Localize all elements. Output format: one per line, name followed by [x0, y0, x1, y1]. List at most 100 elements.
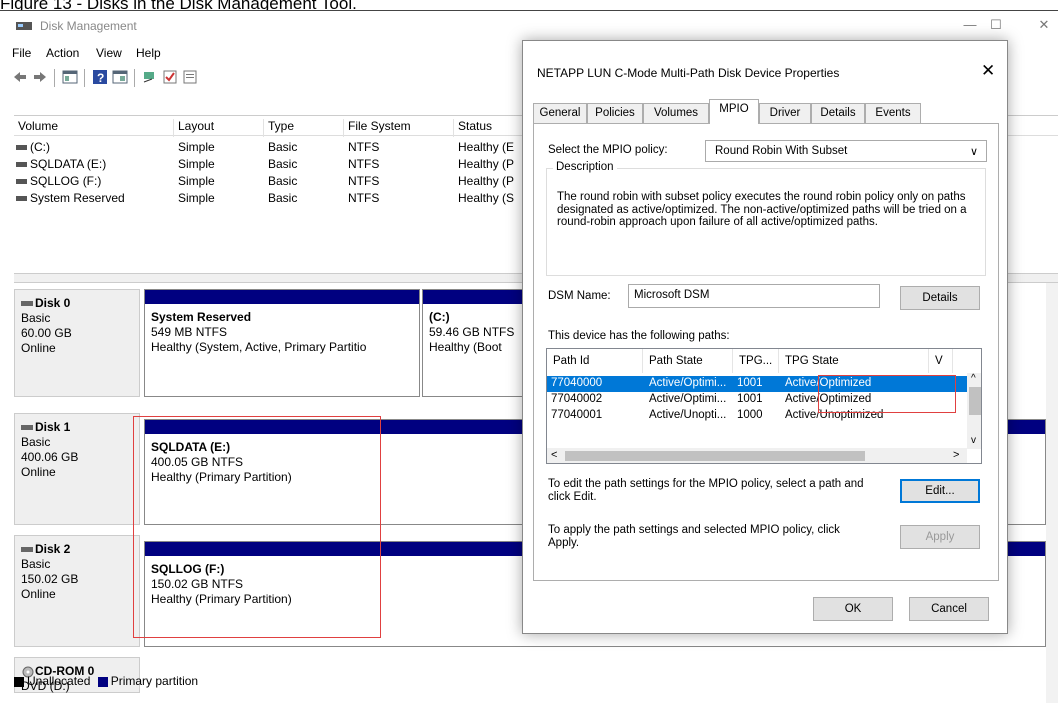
dsm-label: DSM Name: — [548, 290, 611, 302]
disk-name: Disk 2 — [35, 542, 71, 556]
disk-state: Online — [21, 587, 56, 601]
scroll-thumb[interactable] — [969, 387, 981, 415]
volume-cell: (C:) — [16, 140, 50, 154]
layout-cell: Simple — [178, 157, 215, 171]
back-arrow-icon[interactable] — [12, 69, 28, 85]
status-cell: Healthy (P — [458, 157, 515, 171]
connect-icon[interactable] — [142, 69, 158, 85]
path-tpg: 1000 — [737, 409, 763, 421]
mpio-policy-select[interactable]: Round Robin With Subset ∨ — [705, 140, 987, 162]
tab-driver[interactable]: Driver — [759, 103, 811, 123]
mpio-tab-panel: Select the MPIO policy: Round Robin With… — [533, 123, 999, 581]
volume-cell: SQLDATA (E:) — [16, 157, 106, 171]
path-id: 77040001 — [551, 409, 603, 421]
path-state: Active/Optimi... — [649, 393, 727, 405]
menu-action[interactable]: Action — [46, 46, 79, 60]
scroll-thumb[interactable] — [565, 451, 865, 461]
menu-help[interactable]: Help — [136, 46, 161, 60]
tab-mpio[interactable]: MPIO — [709, 99, 759, 124]
tab-events[interactable]: Events — [865, 103, 921, 123]
ok-button[interactable]: OK — [813, 597, 893, 621]
path-tpg: 1001 — [737, 377, 763, 389]
edit-button[interactable]: Edit... — [900, 479, 980, 503]
partition-c[interactable]: (C:) 59.46 GB NTFS Healthy (Boot — [422, 289, 532, 397]
close-button[interactable]: ✕ — [1034, 17, 1054, 35]
show-hide-tree-icon[interactable] — [62, 69, 78, 85]
layout-cell: Simple — [178, 174, 215, 188]
disk-icon — [21, 547, 33, 553]
column-header-path-state[interactable]: Path State — [643, 349, 733, 373]
filesystem-cell: NTFS — [348, 140, 380, 154]
details-button[interactable]: Details — [900, 286, 980, 310]
disk-name: Disk 1 — [35, 420, 71, 434]
paths-vertical-scrollbar[interactable]: ^ v — [967, 373, 981, 449]
disk-state: Online — [21, 465, 56, 479]
forward-arrow-icon[interactable] — [32, 69, 48, 85]
apply-button[interactable]: Apply — [900, 525, 980, 549]
tab-policies[interactable]: Policies — [587, 103, 643, 123]
check-icon[interactable] — [162, 69, 178, 85]
column-header-layout[interactable]: Layout — [174, 119, 264, 137]
help-icon[interactable]: ? — [92, 69, 108, 85]
type-cell: Basic — [268, 140, 298, 154]
tab-details[interactable]: Details — [811, 103, 865, 123]
disk-1-label[interactable]: Disk 1 Basic 400.06 GB Online — [14, 413, 140, 525]
disk-icon — [21, 301, 33, 307]
path-state: Active/Unopti... — [649, 409, 727, 421]
policy-label: Select the MPIO policy: — [548, 144, 668, 156]
chevron-up-icon[interactable]: ^ — [971, 373, 976, 384]
dialog-close-button[interactable]: ✕ — [981, 61, 995, 81]
column-header-tpg-state[interactable]: TPG State — [779, 349, 929, 373]
volume-icon — [16, 179, 27, 185]
menu-view[interactable]: View — [96, 46, 122, 60]
volume-name: SQLDATA (E:) — [30, 157, 107, 171]
cancel-button[interactable]: Cancel — [909, 597, 989, 621]
description-title: Description — [553, 161, 617, 173]
layout-cell: Simple — [178, 140, 215, 154]
column-header-volume[interactable]: Volume — [14, 119, 174, 137]
disk-0-label[interactable]: Disk 0 Basic 60.00 GB Online — [14, 289, 140, 397]
disk-kind: Basic — [21, 435, 51, 449]
column-header-tpg[interactable]: TPG... — [733, 349, 779, 373]
partition-title: System Reserved — [151, 310, 252, 324]
dsm-name-field[interactable]: Microsoft DSM — [628, 284, 880, 308]
volume-name: SQLLOG (F:) — [30, 174, 102, 188]
tab-general[interactable]: General — [533, 103, 587, 123]
filesystem-cell: NTFS — [348, 157, 380, 171]
list-icon[interactable] — [182, 69, 198, 85]
chevron-left-icon[interactable]: < — [551, 449, 557, 461]
highlight-box — [133, 416, 381, 638]
column-header-v[interactable]: V — [929, 349, 953, 373]
type-cell: Basic — [268, 157, 298, 171]
toolbar-separator — [54, 69, 55, 87]
chevron-right-icon[interactable]: > — [953, 449, 959, 461]
paths-horizontal-scrollbar[interactable]: < > — [547, 448, 967, 463]
chevron-down-icon[interactable]: v — [971, 435, 976, 446]
maximize-button[interactable]: ☐ — [986, 17, 1006, 35]
description-group: Description The round robin with subset … — [546, 161, 986, 276]
status-cell: Healthy (S — [458, 191, 515, 205]
column-header-type[interactable]: Type — [264, 119, 344, 137]
tab-volumes[interactable]: Volumes — [643, 103, 709, 123]
minimize-button[interactable]: — — [960, 17, 980, 35]
column-header-path-id[interactable]: Path Id — [547, 349, 643, 373]
menu-file[interactable]: File — [12, 46, 31, 60]
type-cell: Basic — [268, 174, 298, 188]
unallocated-swatch — [14, 676, 24, 687]
partition-size: 59.46 GB NTFS — [429, 325, 515, 339]
properties-icon[interactable] — [112, 69, 128, 85]
volume-icon — [16, 162, 27, 168]
disk-2-label[interactable]: Disk 2 Basic 150.02 GB Online — [14, 535, 140, 647]
disk-map-scrollbar[interactable] — [1046, 283, 1058, 703]
chevron-down-icon: ∨ — [969, 146, 978, 158]
column-header-file-system[interactable]: File System — [344, 119, 454, 137]
volume-name: System Reserved — [30, 191, 125, 205]
primary-swatch — [97, 676, 108, 687]
edit-instructions: To edit the path settings for the MPIO p… — [548, 478, 864, 503]
path-tpg: 1001 — [737, 393, 763, 405]
partition-system-reserved[interactable]: System Reserved 549 MB NTFS Healthy (Sys… — [144, 289, 420, 397]
volume-icon — [16, 196, 27, 202]
apply-instructions: To apply the path settings and selected … — [548, 524, 840, 549]
disk-name: Disk 0 — [35, 296, 71, 310]
window-title: Disk Management — [40, 19, 137, 33]
